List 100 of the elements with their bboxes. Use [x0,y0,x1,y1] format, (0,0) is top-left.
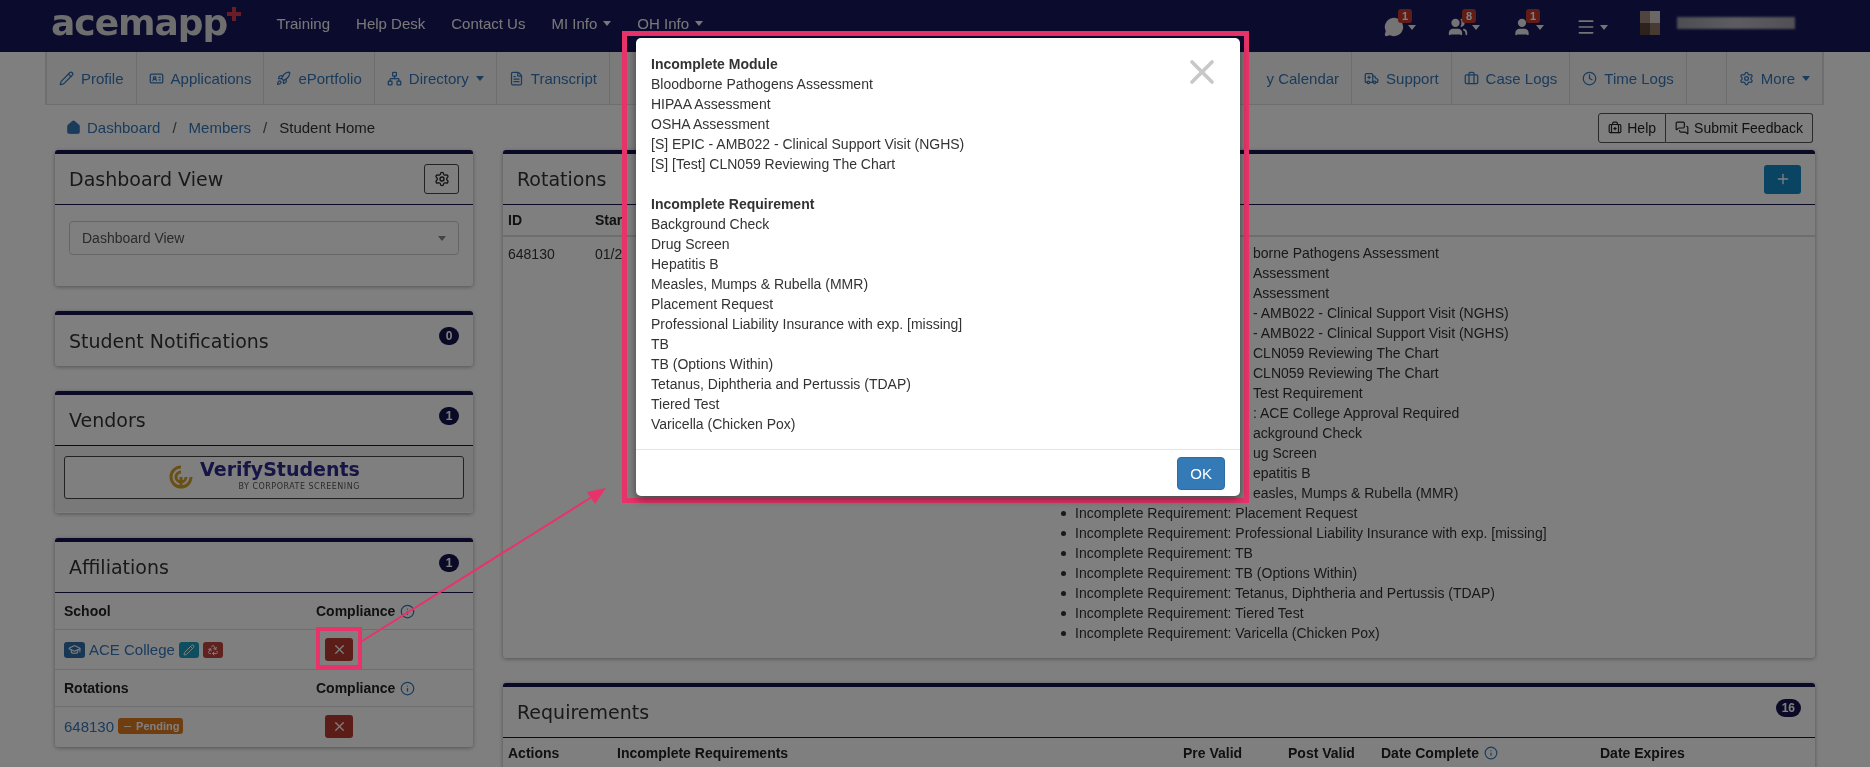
ok-button[interactable]: OK [1177,456,1225,490]
bullet-icon [1061,510,1066,516]
settings-button[interactable] [424,164,459,194]
gear-icon [1738,70,1754,86]
compliance-status-button[interactable] [325,638,353,661]
list-item: easles, Mumps & Rubella (MMR) [1253,485,1459,501]
section-tab[interactable]: Time Logs [1570,52,1687,104]
column-header: Compliance [316,603,416,619]
card-title: Affiliations [69,556,169,578]
logo-text: acemapp [51,1,228,45]
card-title: Rotations [517,168,607,190]
caret-icon [1408,24,1416,30]
column-header: Date Complete [1381,745,1499,761]
column-header: Post Valid [1288,745,1355,761]
school-link[interactable]: ACE College [89,641,175,658]
caret-icon [603,20,612,26]
list-item: Drug Screen [651,235,731,254]
caret-icon [1600,24,1608,30]
dashboard-select[interactable]: Dashboard View [69,221,459,255]
count-badge: 16 [1775,699,1801,717]
section-tab[interactable]: y Calendar [1266,52,1353,104]
column-header: Date Expires [1600,745,1685,761]
breadcrumb-link[interactable]: Student Home [279,119,376,136]
alert-menu[interactable]: 1 [1384,9,1418,37]
nav-link[interactable]: Training [276,14,331,32]
section-tab[interactable]: Transcript [496,52,610,104]
nav-link[interactable]: OH Info [637,14,703,32]
section-heading: Incomplete Requirement [651,195,816,214]
count-badge: 1 [439,407,459,425]
count-badge: 1 [439,554,459,572]
list-item: Incomplete Requirement: Placement Request [1075,505,1358,521]
section-tab[interactable]: Case Logs [1451,52,1571,104]
list-item: Incomplete Requirement: Tiered Test [1075,605,1304,621]
list-item: CLN059 Reviewing The Chart [1253,365,1439,381]
table-cell: 648130 [508,246,555,262]
breadcrumb-link[interactable]: Members [188,119,252,136]
gear-icon [433,171,450,187]
user-icon [1512,17,1532,37]
bullet-icon [1061,530,1066,536]
breadcrumb-link[interactable]: Dashboard [66,119,161,136]
rotation-link[interactable]: 648130 [64,717,115,735]
section-tab[interactable]: Directory [374,52,497,104]
list-item: Measles, Mumps & Rubella (MMR) [651,275,870,294]
help-button[interactable]: Help [1598,112,1667,143]
highlight-frame [316,627,362,669]
recycle-icon [206,643,219,656]
card-title: Requirements [517,701,650,723]
recycle-button[interactable] [202,641,223,658]
caret-icon [695,20,703,26]
home-icon [66,120,81,135]
bullet-icon [1061,630,1066,636]
list-item: - AMB022 - Clinical Support Visit (NGHS) [1253,325,1509,341]
sitemap-icon [386,70,402,86]
column-header: Actions [508,745,560,761]
count-badge: 8 [1462,9,1477,23]
breadcrumb-separator: / [263,119,268,136]
list-item: Test Requirement [1253,385,1363,401]
file-icon [508,70,524,86]
section-heading: Incomplete Module [651,55,779,74]
vendor-logo-button[interactable]: VerifyStudents BY CORPORATE SCREENING [64,456,464,499]
edit-button[interactable] [178,641,199,658]
section-tab[interactable]: Profile [46,52,137,104]
pencil-icon [59,70,74,86]
column-header: Rotations [64,680,129,696]
list-item: CLN059 Reviewing The Chart [1253,345,1439,361]
column-header: Compliance [316,680,416,696]
add-button[interactable] [1764,164,1801,194]
list-item: TB [651,335,670,354]
list-item: TB (Options Within) [651,355,775,374]
list-item: epatitis B [1253,465,1311,481]
list-item: Assessment [1253,285,1330,301]
list-item: - AMB022 - Clinical Support Visit (NGHS) [1253,305,1509,321]
alert-menu[interactable]: 8 [1448,9,1482,37]
list-item: Incomplete Requirement: TB (Options Within) [1075,565,1358,581]
card-title: Vendors [69,409,146,431]
list-item: ackground Check [1253,425,1362,441]
section-tab[interactable]: Support [1352,52,1452,104]
nav-link[interactable]: MI Info [551,14,612,32]
list-item: ug Screen [1253,445,1317,461]
card-title: Dashboard View [69,168,224,190]
list-item: Incomplete Requirement: Tetanus, Diphtheria and Pertussis (TDAP) [1075,585,1495,601]
caret-icon [1536,24,1544,30]
list-item: Tiered Test [651,395,721,414]
count-badge: 0 [439,327,459,345]
list-item: [S] [Test] CLN059 Reviewing The Chart [651,155,897,174]
nav-link[interactable]: Contact Us [451,14,526,32]
feedback-button[interactable]: Submit Feedback [1666,112,1813,143]
list-item: Incomplete Requirement: Professional Liability Insurance with exp. [missing] [1075,525,1547,541]
section-tab[interactable]: More [1726,52,1823,104]
nav-link[interactable]: Help Desk [356,14,426,32]
list-item: Professional Liability Insurance with exp. [missing] [651,315,964,334]
list-item: Incomplete Requirement: Varicella (Chicken Pox) [1075,625,1380,641]
alert-menu[interactable]: 1 [1512,9,1546,37]
bullet-icon [1061,610,1066,616]
compliance-status-button[interactable] [325,714,353,738]
graduation-cap-icon [68,643,81,656]
breadcrumb-separator: / [172,119,177,136]
medkit-icon [1608,120,1623,135]
section-tab[interactable]: ePortfolio [264,52,375,104]
section-tab[interactable]: Applications [136,52,265,104]
